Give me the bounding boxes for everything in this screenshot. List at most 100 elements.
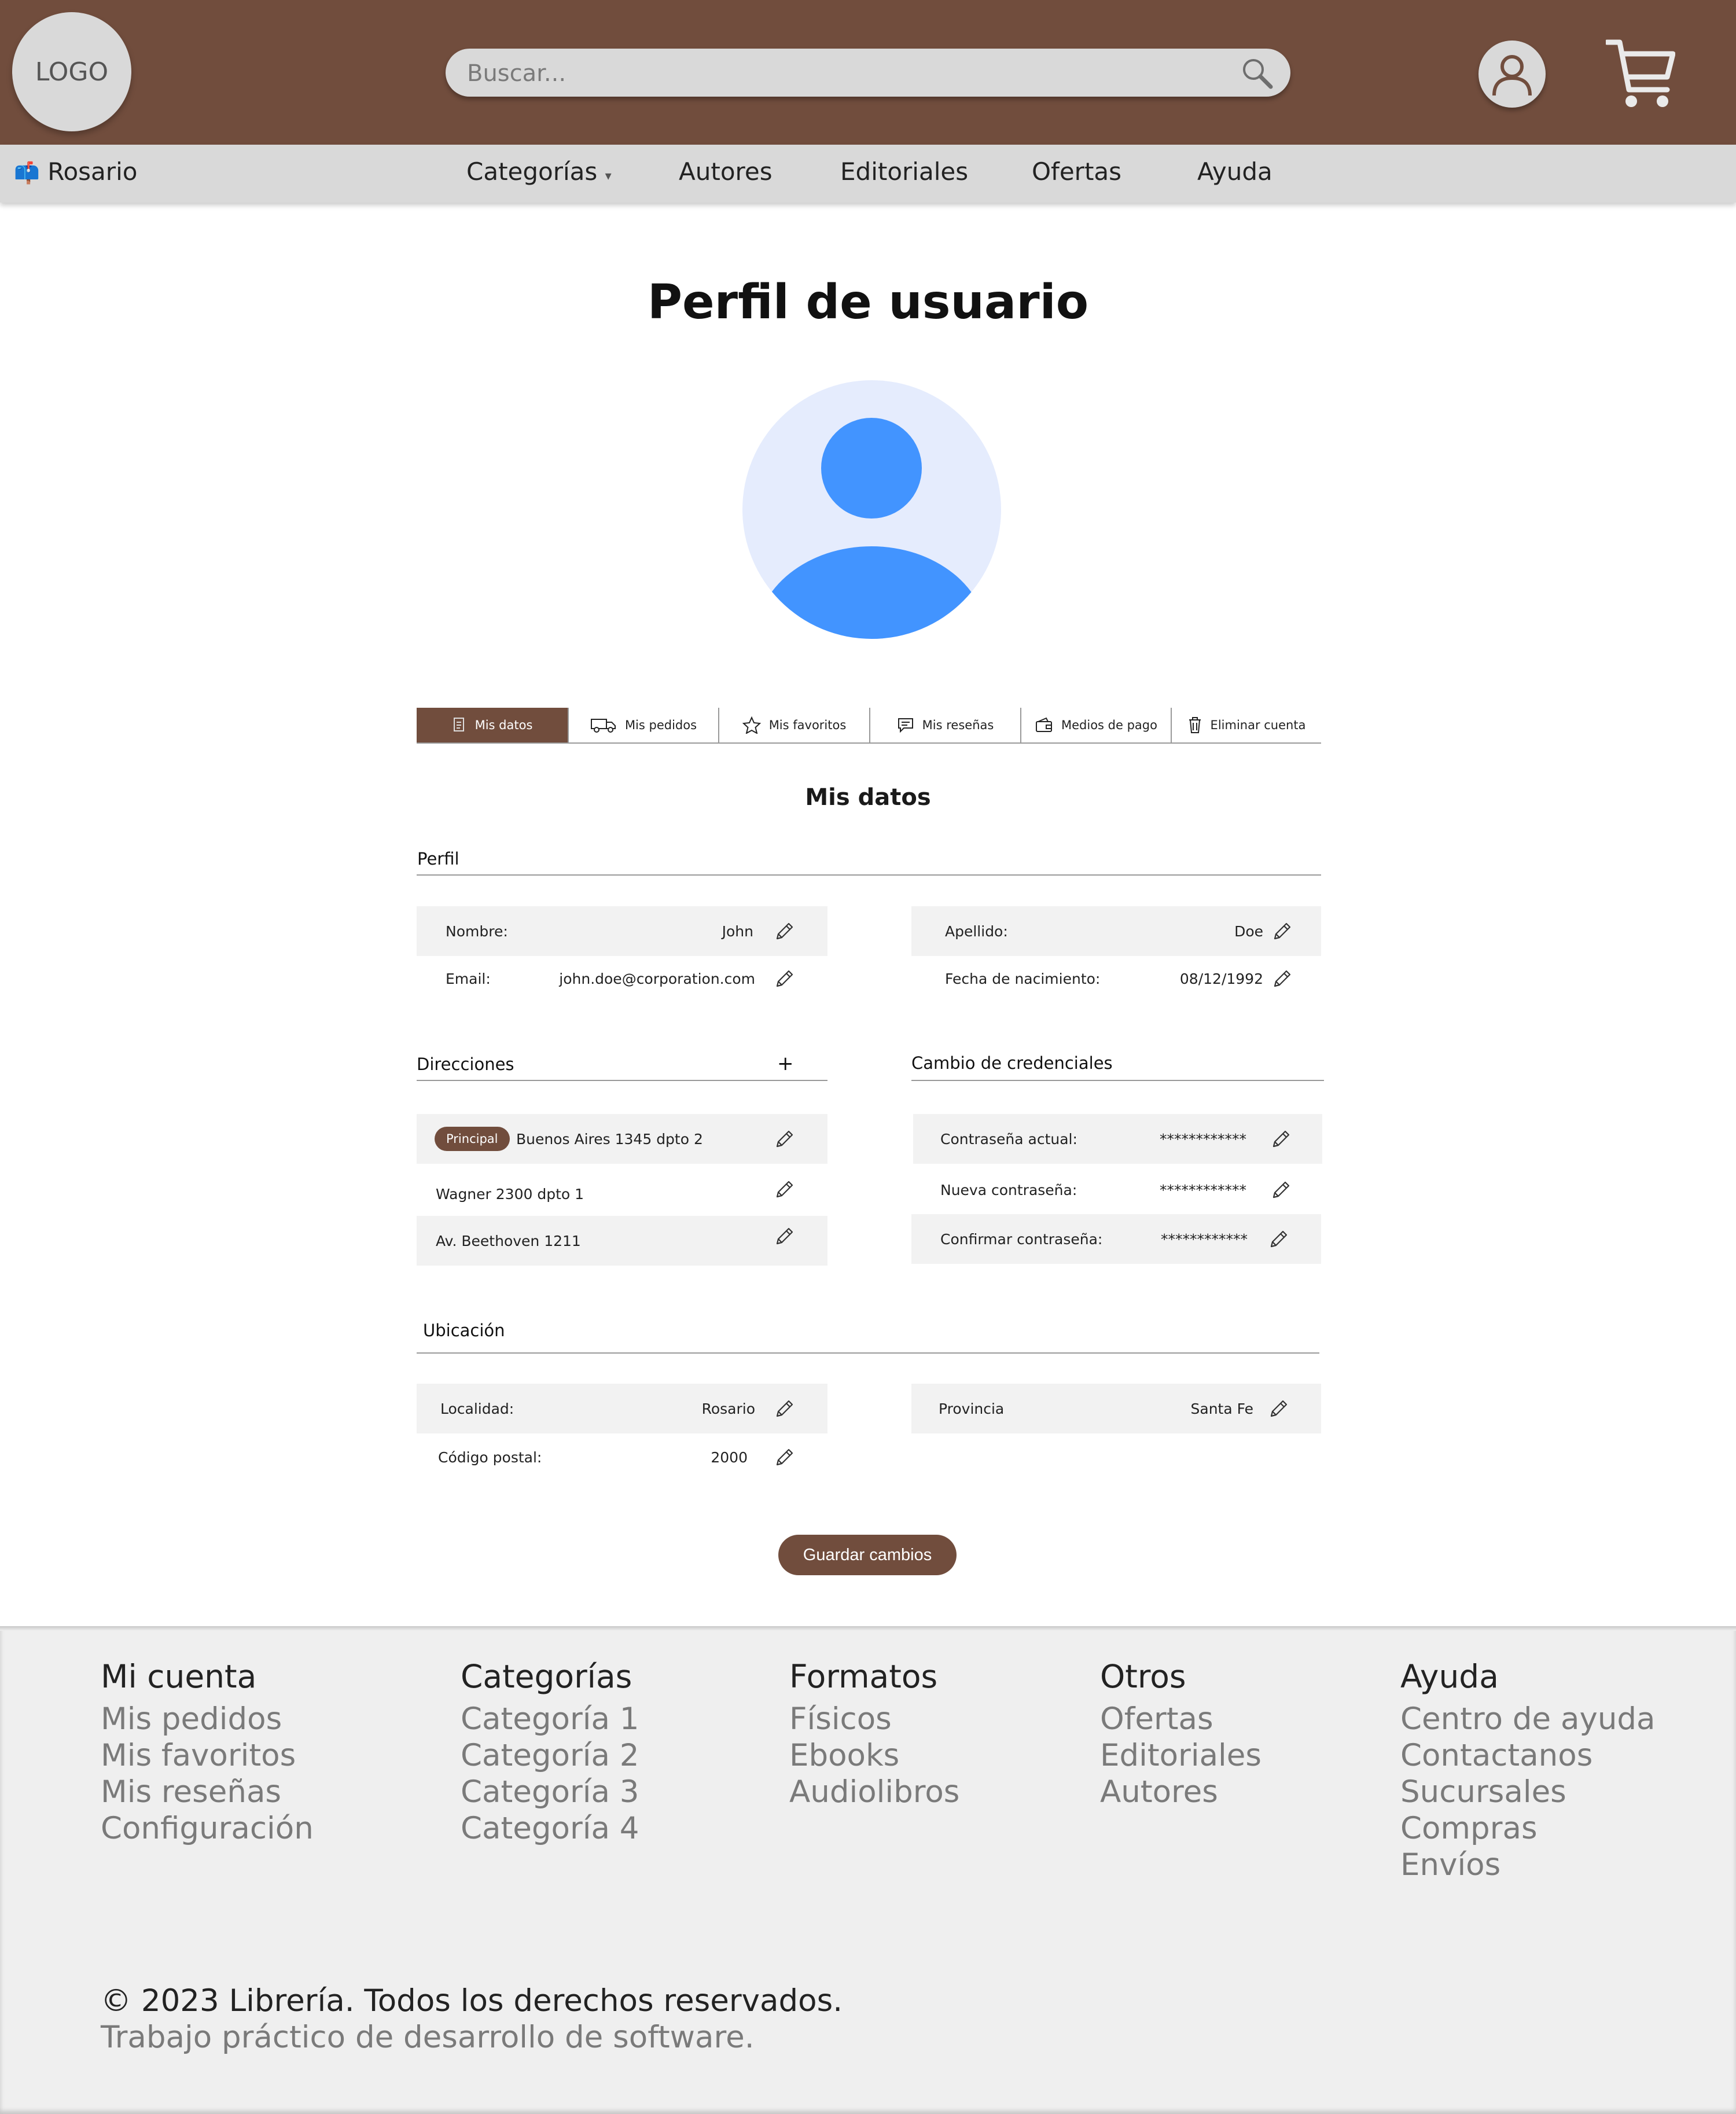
cart-icon[interactable] bbox=[1606, 38, 1675, 110]
nav-autores[interactable]: Autores bbox=[679, 157, 773, 186]
password-nueva-label: Nueva contraseña: bbox=[940, 1181, 1077, 1198]
tab-medios-de-pago[interactable]: Medios de pago bbox=[1020, 708, 1171, 742]
edit-pencil-icon[interactable] bbox=[774, 921, 795, 942]
email-label: Email: bbox=[446, 970, 491, 987]
logo[interactable]: LOGO bbox=[12, 12, 131, 131]
address-row: Wagner 2300 dpto 1 bbox=[417, 1169, 827, 1219]
nombre-value: John bbox=[722, 922, 753, 940]
tab-mis-pedidos[interactable]: Mis pedidos bbox=[568, 708, 718, 742]
edit-pencil-icon[interactable] bbox=[774, 1179, 795, 1200]
edit-pencil-icon[interactable] bbox=[1270, 1129, 1291, 1150]
footer-link[interactable]: Centro de ayuda bbox=[1400, 1701, 1656, 1737]
footer-link[interactable]: Audiolibros bbox=[789, 1774, 959, 1810]
divider bbox=[417, 1352, 1319, 1354]
user-account-button[interactable] bbox=[1478, 41, 1546, 108]
nav-editoriales[interactable]: Editoriales bbox=[840, 157, 968, 186]
footer-link[interactable]: Ofertas bbox=[1100, 1701, 1261, 1737]
footer-link[interactable]: Categoría 4 bbox=[461, 1810, 639, 1847]
location-selector[interactable]: 📫 Rosario bbox=[14, 157, 137, 186]
tab-label: Eliminar cuenta bbox=[1210, 718, 1306, 732]
footer-link[interactable]: Sucursales bbox=[1400, 1774, 1656, 1810]
edit-pencil-icon[interactable] bbox=[1271, 969, 1292, 990]
tab-mis-favoritos[interactable]: Mis favoritos bbox=[718, 708, 869, 742]
edit-pencil-icon[interactable] bbox=[774, 969, 795, 990]
user-icon bbox=[1492, 55, 1532, 96]
nombre-row: Nombre: John bbox=[417, 906, 827, 956]
footer-divider bbox=[0, 1626, 1736, 1631]
tab-label: Medios de pago bbox=[1061, 718, 1157, 732]
footer-link[interactable]: Compras bbox=[1400, 1810, 1656, 1847]
password-nueva-value: ************ bbox=[1160, 1181, 1246, 1198]
edit-pencil-icon[interactable] bbox=[774, 1129, 795, 1150]
credit-text: Trabajo práctico de desarrollo de softwa… bbox=[101, 2020, 755, 2055]
footer-link[interactable]: Autores bbox=[1100, 1774, 1261, 1810]
footer-column-categorias: Categorías Categoría 1 Categoría 2 Categ… bbox=[461, 1658, 639, 1847]
provincia-value: Santa Fe bbox=[1190, 1400, 1254, 1417]
footer-column-ayuda: Ayuda Centro de ayuda Contactanos Sucurs… bbox=[1400, 1658, 1656, 1883]
footer-link[interactable]: Categoría 1 bbox=[461, 1701, 639, 1737]
fecha-row: Fecha de nacimiento: 08/12/1992 bbox=[911, 954, 1321, 1003]
password-confirmar-label: Confirmar contraseña: bbox=[940, 1230, 1103, 1248]
address-row: Av. Beethoven 1211 bbox=[417, 1216, 827, 1266]
codigo-postal-row: Código postal: 2000 bbox=[417, 1432, 827, 1482]
tab-label: Mis reseñas bbox=[922, 718, 994, 732]
footer-link[interactable]: Contactanos bbox=[1400, 1737, 1656, 1774]
edit-pencil-icon[interactable] bbox=[1271, 921, 1292, 942]
page-title: Perfil de usuario bbox=[647, 275, 1089, 330]
tab-eliminar-cuenta[interactable]: Eliminar cuenta bbox=[1171, 708, 1321, 742]
password-actual-label: Contraseña actual: bbox=[940, 1130, 1077, 1148]
edit-pencil-icon[interactable] bbox=[774, 1226, 795, 1247]
save-changes-button[interactable]: Guardar cambios bbox=[778, 1535, 957, 1575]
apellido-label: Apellido: bbox=[945, 922, 1008, 940]
nav-ayuda[interactable]: Ayuda bbox=[1197, 157, 1272, 186]
chevron-down-icon: ▾ bbox=[605, 169, 612, 183]
nombre-label: Nombre: bbox=[446, 922, 508, 940]
trash-icon bbox=[1189, 717, 1201, 733]
fecha-value: 08/12/1992 bbox=[1179, 970, 1263, 987]
edit-pencil-icon[interactable] bbox=[1268, 1229, 1289, 1250]
copyright-text: © 2023 Librería. Todos los derechos rese… bbox=[101, 1983, 843, 2019]
footer-link[interactable]: Editoriales bbox=[1100, 1737, 1261, 1774]
document-icon bbox=[453, 718, 464, 731]
star-icon bbox=[742, 716, 761, 734]
nav-ofertas[interactable]: Ofertas bbox=[1032, 157, 1121, 186]
footer-link[interactable]: Físicos bbox=[789, 1701, 959, 1737]
nav-categorias[interactable]: Categorías ▾ bbox=[466, 157, 612, 186]
footer-link[interactable]: Mis favoritos bbox=[101, 1737, 314, 1774]
tab-mis-datos[interactable]: Mis datos bbox=[417, 708, 568, 742]
tab-mis-resenas[interactable]: Mis reseñas bbox=[869, 708, 1020, 742]
edit-pencil-icon[interactable] bbox=[1270, 1180, 1291, 1201]
apellido-row: Apellido: Doe bbox=[911, 906, 1321, 956]
footer-link[interactable]: Mis reseñas bbox=[101, 1774, 314, 1810]
divider bbox=[417, 1080, 827, 1081]
footer-column-mi-cuenta: Mi cuenta Mis pedidos Mis favoritos Mis … bbox=[101, 1658, 314, 1847]
principal-badge: Principal bbox=[435, 1127, 510, 1151]
edit-pencil-icon[interactable] bbox=[1268, 1399, 1289, 1420]
footer-link[interactable]: Categoría 3 bbox=[461, 1774, 639, 1810]
search-input[interactable] bbox=[466, 49, 1209, 98]
search-bar bbox=[446, 49, 1290, 98]
direcciones-heading: Direcciones bbox=[417, 1054, 514, 1074]
footer-link[interactable]: Categoría 2 bbox=[461, 1737, 639, 1774]
provincia-row: Provincia Santa Fe bbox=[911, 1384, 1321, 1433]
edit-pencil-icon[interactable] bbox=[774, 1447, 795, 1468]
fecha-label: Fecha de nacimiento: bbox=[945, 970, 1101, 987]
email-row: Email: john.doe@corporation.com bbox=[417, 954, 827, 1003]
footer-link[interactable]: Ebooks bbox=[789, 1737, 959, 1774]
credenciales-heading: Cambio de credenciales bbox=[911, 1053, 1113, 1073]
section-title: Mis datos bbox=[805, 784, 931, 811]
search-icon[interactable] bbox=[1240, 56, 1274, 90]
localidad-value: Rosario bbox=[701, 1400, 755, 1417]
edit-pencil-icon[interactable] bbox=[774, 1399, 795, 1420]
footer-link[interactable]: Configuración bbox=[101, 1810, 314, 1847]
perfil-heading: Perfil bbox=[417, 849, 459, 869]
footer-heading: Categorías bbox=[461, 1658, 632, 1695]
avatar[interactable] bbox=[742, 380, 1001, 639]
footer-heading: Formatos bbox=[789, 1658, 938, 1695]
footer-link[interactable]: Envíos bbox=[1400, 1847, 1656, 1883]
footer-link[interactable]: Mis pedidos bbox=[101, 1701, 314, 1737]
localidad-label: Localidad: bbox=[440, 1400, 514, 1417]
add-address-button[interactable]: + bbox=[777, 1052, 794, 1075]
logo-text: LOGO bbox=[35, 57, 109, 87]
codigo-postal-value: 2000 bbox=[711, 1448, 748, 1466]
